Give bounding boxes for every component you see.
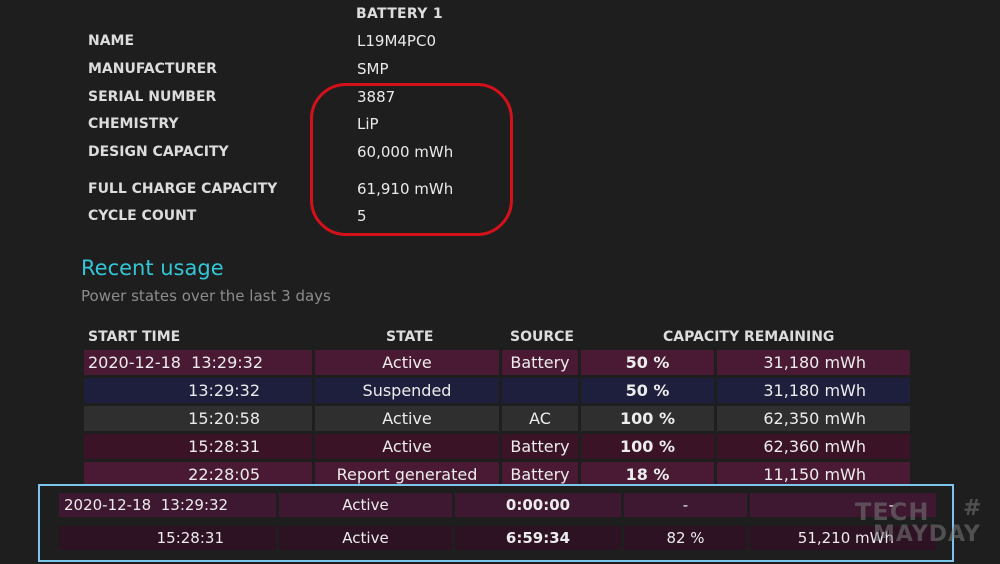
start-time: 13:29:32 (160, 496, 229, 514)
column-header-capacity-remaining: CAPACITY REMAINING (663, 329, 835, 345)
field-label-serial-number: SERIAL NUMBER (88, 89, 217, 105)
hash-icon: # (963, 496, 982, 521)
start-time-cell: 2020-12-18 13:29:32 (59, 493, 276, 517)
highlight-oval (310, 83, 513, 236)
field-label-design-capacity: DESIGN CAPACITY (88, 144, 229, 160)
table-row: 2020-12-18 13:29:32 Active 0:00:00 - - (59, 493, 936, 517)
start-time-cell: 15:28:31 (84, 434, 312, 459)
column-header-start-time: START TIME (88, 329, 181, 345)
mwh-cell: 62,350 mWh (717, 406, 910, 431)
recent-usage-title: Recent usage (81, 256, 224, 280)
field-label-full-charge-capacity: FULL CHARGE CAPACITY (88, 181, 278, 197)
table-row: 2020-12-18 13:29:32 Active Battery 50 % … (84, 350, 910, 375)
state-cell: Active (315, 434, 499, 459)
percent-cell: 50 % (581, 350, 714, 375)
state-cell: Active (315, 406, 499, 431)
percent-cell: - (624, 493, 747, 517)
watermark-logo: TECH # MAYDAY (855, 496, 985, 550)
field-label-manufacturer: MANUFACTURER (88, 61, 217, 77)
recent-usage-subtitle: Power states over the last 3 days (81, 287, 331, 305)
state-cell: Suspended (315, 378, 499, 403)
start-date: 2020-12-18 (64, 496, 152, 514)
battery-header: BATTERY 1 (356, 6, 443, 22)
source-cell: AC (502, 406, 578, 431)
field-label-name: NAME (88, 33, 135, 49)
table-row: 13:29:32 Suspended 50 % 31,180 mWh (84, 378, 910, 403)
mwh-cell: 62,360 mWh (717, 434, 910, 459)
table-row: 15:28:31 Active 6:59:34 82 % 51,210 mWh (59, 526, 936, 550)
duration-cell: 0:00:00 (455, 493, 621, 517)
source-cell: Battery (502, 350, 578, 375)
field-label-chemistry: CHEMISTRY (88, 116, 179, 132)
duration-cell: 6:59:34 (455, 526, 621, 550)
state-cell: Active (279, 526, 452, 550)
mwh-cell: 31,180 mWh (717, 378, 910, 403)
start-time-cell: 15:20:58 (84, 406, 312, 431)
table-row: 15:28:31 Active Battery 100 % 62,360 mWh (84, 434, 910, 459)
start-date: 2020-12-18 (88, 353, 181, 372)
percent-cell: 100 % (581, 434, 714, 459)
percent-cell: 50 % (581, 378, 714, 403)
state-cell: Active (315, 350, 499, 375)
table-row: 15:20:58 Active AC 100 % 62,350 mWh (84, 406, 910, 431)
source-cell: Battery (502, 434, 578, 459)
watermark-line2: MAYDAY (873, 522, 981, 547)
column-header-source: SOURCE (510, 329, 574, 345)
start-time-cell: 15:28:31 (59, 526, 276, 550)
source-cell (502, 378, 578, 403)
percent-cell: 82 % (624, 526, 747, 550)
column-header-state: STATE (386, 329, 434, 345)
field-value-manufacturer: SMP (357, 60, 389, 78)
percent-cell: 100 % (581, 406, 714, 431)
start-time-cell: 13:29:32 (84, 378, 312, 403)
start-time-cell: 2020-12-18 13:29:32 (84, 350, 312, 375)
start-time: 13:29:32 (191, 353, 264, 372)
field-value-name: L19M4PC0 (357, 32, 436, 50)
mwh-cell: 31,180 mWh (717, 350, 910, 375)
field-label-cycle-count: CYCLE COUNT (88, 208, 197, 224)
state-cell: Active (279, 493, 452, 517)
